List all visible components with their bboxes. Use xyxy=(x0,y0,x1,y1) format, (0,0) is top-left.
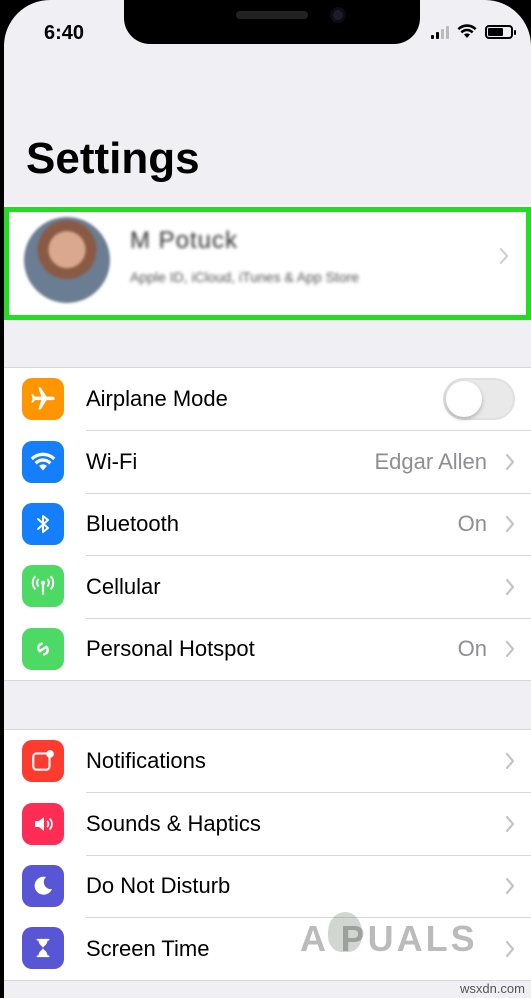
settings-row-wifi[interactable]: Wi-Fi Edgar Allen xyxy=(4,430,531,492)
row-label: Screen Time xyxy=(86,935,210,961)
airplane-mode-toggle[interactable] xyxy=(443,378,515,421)
settings-row-cellular[interactable]: Cellular xyxy=(4,555,531,617)
wifi-status-icon xyxy=(457,24,477,38)
speaker-grille xyxy=(236,11,308,19)
connectivity-group: Airplane Mode Wi-Fi Edgar Allen Bluetoot… xyxy=(4,367,531,681)
chevron-right-icon xyxy=(505,878,515,895)
watermark-logo: A PUALS xyxy=(300,918,478,959)
chevron-right-icon xyxy=(505,453,515,471)
chevron-right-icon xyxy=(505,940,515,957)
watermark-url: wsxdn.com xyxy=(459,981,525,996)
row-label: Airplane Mode xyxy=(86,386,228,412)
row-label: Cellular xyxy=(86,573,161,599)
notifications-icon xyxy=(22,740,64,783)
airplane-icon xyxy=(22,378,64,421)
apple-id-profile-row[interactable]: M Potuck Apple ID, iCloud, iTunes & App … xyxy=(4,205,531,319)
settings-row-do-not-disturb[interactable]: Do Not Disturb xyxy=(4,854,531,917)
speaker-icon xyxy=(22,802,64,845)
settings-screen: 6:40 Settings M Potuck Apple ID, iCloud,… xyxy=(4,0,531,998)
row-label: Personal Hotspot xyxy=(86,636,255,662)
wifi-icon xyxy=(22,440,64,483)
hourglass-icon xyxy=(22,927,64,970)
chevron-right-icon xyxy=(505,753,515,770)
row-label: Do Not Disturb xyxy=(86,873,231,899)
row-label: Bluetooth xyxy=(86,511,179,537)
settings-row-sounds-haptics[interactable]: Sounds & Haptics xyxy=(4,792,531,854)
settings-row-airplane-mode[interactable]: Airplane Mode xyxy=(4,368,531,430)
row-label: Notifications xyxy=(86,748,206,774)
row-label: Sounds & Haptics xyxy=(86,811,261,837)
cellular-icon xyxy=(22,565,64,608)
avatar xyxy=(24,217,110,303)
row-value: On xyxy=(457,511,487,537)
chevron-right-icon xyxy=(505,641,515,658)
row-label: Wi-Fi xyxy=(86,449,138,475)
phone-frame: 6:40 Settings M Potuck Apple ID, iCloud,… xyxy=(0,0,531,998)
signal-strength-icon xyxy=(431,25,449,39)
settings-row-personal-hotspot[interactable]: Personal Hotspot On xyxy=(4,617,531,680)
page-title: Settings xyxy=(26,134,200,183)
toggle-knob xyxy=(446,381,482,418)
bluetooth-icon xyxy=(22,502,64,545)
chevron-right-icon xyxy=(505,516,515,533)
notch xyxy=(124,0,420,44)
status-icons xyxy=(431,24,516,39)
profile-name: M Potuck xyxy=(130,227,239,254)
row-value: Edgar Allen xyxy=(374,449,487,475)
chevron-right-icon xyxy=(505,815,515,833)
row-value: On xyxy=(457,636,487,662)
battery-icon xyxy=(485,24,516,39)
front-camera xyxy=(330,7,346,23)
status-time: 6:40 xyxy=(44,22,85,44)
settings-row-bluetooth[interactable]: Bluetooth On xyxy=(4,492,531,555)
settings-row-notifications[interactable]: Notifications xyxy=(4,730,531,792)
profile-subtitle: Apple ID, iCloud, iTunes & App Store xyxy=(130,269,360,285)
moon-icon xyxy=(22,864,64,907)
chevron-right-icon xyxy=(499,247,509,265)
hotspot-icon xyxy=(22,627,64,670)
chevron-right-icon xyxy=(505,578,515,595)
